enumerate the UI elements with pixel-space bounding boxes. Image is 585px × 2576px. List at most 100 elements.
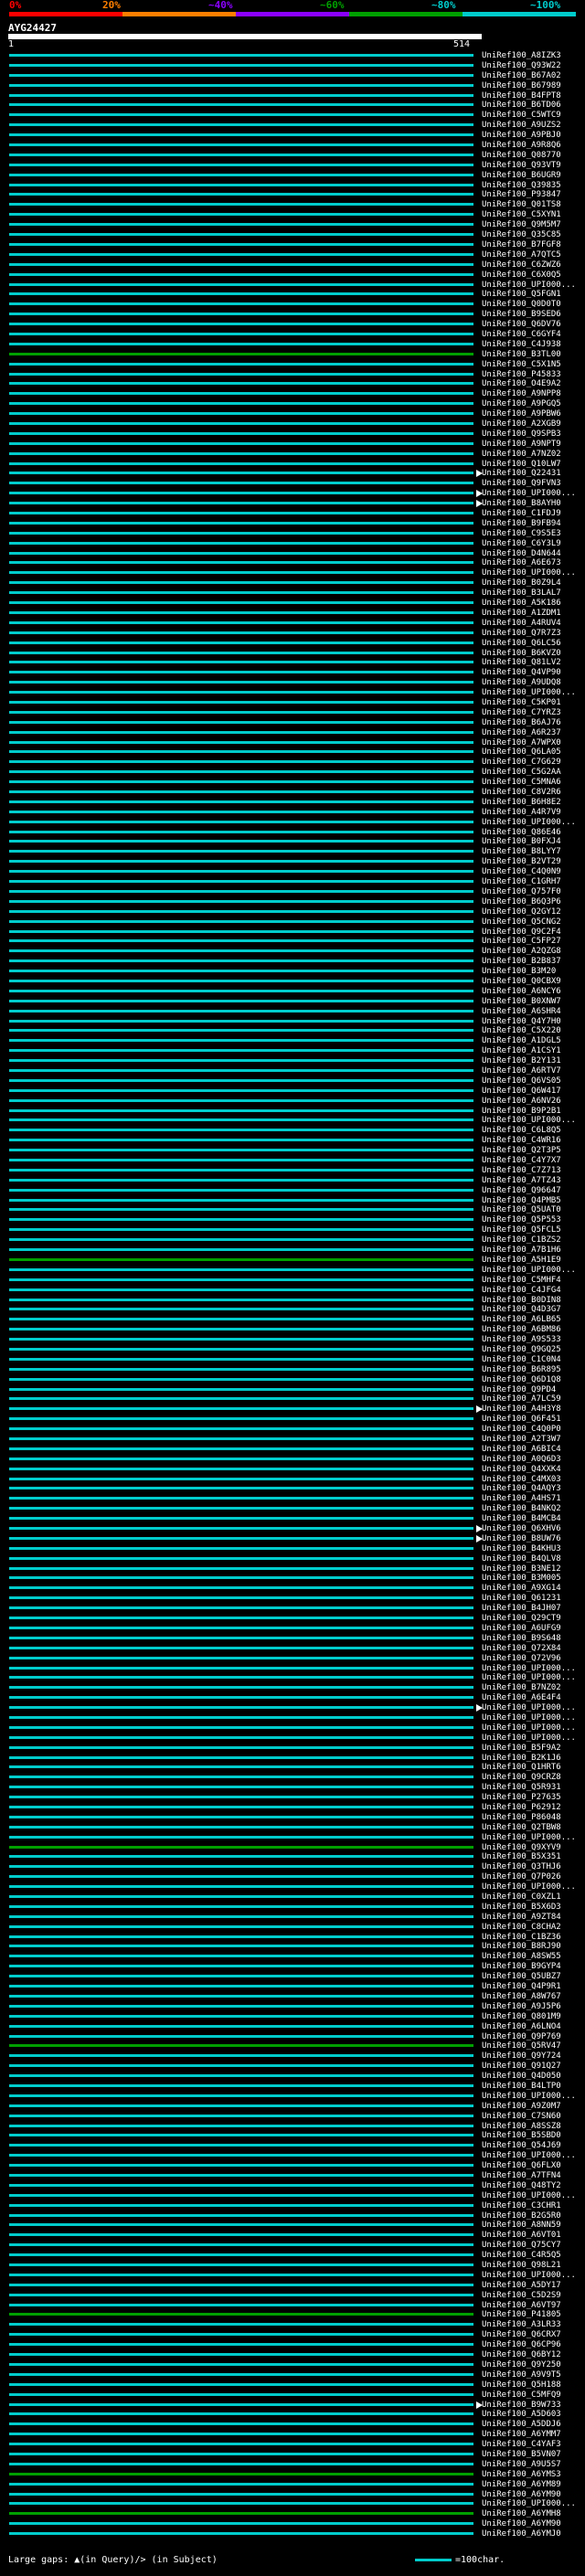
hit-label[interactable]: UniRef100_C6L8Q5 (482, 1126, 561, 1135)
hit-label[interactable]: UniRef100_B0DIN8 (482, 1296, 561, 1305)
hit-row[interactable]: UniRef100_Q86E46 (0, 828, 585, 837)
alignment-bar[interactable] (9, 760, 473, 764)
hit-row[interactable]: UniRef100_Q9CRZ8 (0, 1773, 585, 1782)
alignment-bar[interactable] (9, 512, 473, 515)
alignment-bar[interactable] (9, 830, 473, 833)
hit-row[interactable]: UniRef100_B2G5R0 (0, 2211, 585, 2221)
hit-row[interactable]: UniRef100_C5WTC9 (0, 111, 585, 120)
hit-label[interactable]: UniRef100_A4RUV4 (482, 619, 561, 628)
hit-row[interactable]: UniRef100_A8NN59 (0, 2221, 585, 2230)
hit-row[interactable]: UniRef100_B0Z9L4 (0, 578, 585, 588)
alignment-bar[interactable] (9, 571, 473, 575)
hit-row[interactable]: UniRef100_C4Q0N9 (0, 867, 585, 876)
alignment-bar[interactable] (9, 441, 473, 445)
hit-label[interactable]: UniRef100_C5FP27 (482, 937, 561, 946)
alignment-bar[interactable] (9, 2154, 473, 2157)
hit-label[interactable]: UniRef100_B3TL00 (482, 350, 561, 359)
hit-label[interactable]: UniRef100_C4R5Q5 (482, 2251, 561, 2260)
hit-row[interactable]: UniRef100_C6GYF4 (0, 330, 585, 339)
hit-row[interactable]: UniRef100_Q6F451 (0, 1415, 585, 1424)
hit-row[interactable]: UniRef100_A6YMM7 (0, 2430, 585, 2439)
alignment-bar[interactable] (9, 1168, 473, 1171)
alignment-bar[interactable] (9, 651, 473, 654)
hit-row[interactable]: UniRef100_A6R237 (0, 728, 585, 737)
hit-label[interactable]: UniRef100_Q9C2F4 (482, 928, 561, 937)
hit-label[interactable]: UniRef100_UPI000... (482, 489, 576, 498)
alignment-bar[interactable] (9, 1129, 473, 1132)
alignment-bar[interactable] (9, 1318, 473, 1321)
hit-label[interactable]: UniRef100_A7QTC5 (482, 250, 561, 260)
hit-row[interactable]: UniRef100_A5DY17 (0, 2281, 585, 2290)
hit-row[interactable]: UniRef100_B2VT29 (0, 857, 585, 866)
hit-label[interactable]: UniRef100_Q81LV2 (482, 658, 561, 667)
hit-label[interactable]: UniRef100_Q6LA05 (482, 747, 561, 757)
hit-row[interactable]: UniRef100_B3LAL7 (0, 588, 585, 598)
alignment-bar[interactable] (9, 2044, 473, 2048)
hit-row[interactable]: UniRef100_A6YMS3 (0, 2470, 585, 2479)
hit-label[interactable]: UniRef100_Q01TS8 (482, 200, 561, 209)
alignment-bar[interactable] (9, 2024, 473, 2028)
hit-row[interactable]: UniRef100_B6UGR9 (0, 171, 585, 180)
hit-row[interactable]: UniRef100_A9S533 (0, 1335, 585, 1344)
hit-row[interactable]: UniRef100_B8LYY7 (0, 847, 585, 856)
alignment-bar[interactable] (9, 2472, 473, 2475)
hit-row[interactable]: UniRef100_C5D2S9 (0, 2291, 585, 2300)
hit-label[interactable]: UniRef100_Q93W22 (482, 61, 561, 70)
alignment-bar[interactable] (9, 1277, 473, 1281)
alignment-bar[interactable] (9, 1696, 473, 1700)
alignment-bar[interactable] (9, 1536, 473, 1540)
hit-row[interactable]: UniRef100_C4J938 (0, 340, 585, 349)
hit-row[interactable]: UniRef100_P93847 (0, 190, 585, 199)
hit-label[interactable]: UniRef100_UPI000... (482, 818, 576, 827)
hit-row[interactable]: UniRef100_Q4XXK4 (0, 1465, 585, 1474)
hit-row[interactable]: UniRef100_A6LNO4 (0, 2022, 585, 2031)
alignment-bar[interactable] (9, 1865, 473, 1869)
alignment-bar[interactable] (9, 1725, 473, 1729)
hit-row[interactable]: UniRef100_A8IZK3 (0, 51, 585, 60)
hit-label[interactable]: UniRef100_C5WTC9 (482, 111, 561, 120)
hit-label[interactable]: UniRef100_A9PBJ0 (482, 131, 561, 140)
hit-label[interactable]: UniRef100_Q5R931 (482, 1783, 561, 1792)
hit-label[interactable]: UniRef100_UPI000... (482, 1116, 576, 1125)
hit-label[interactable]: UniRef100_B3M005 (482, 1574, 561, 1583)
hit-row[interactable]: UniRef100_Q5UAT0 (0, 1205, 585, 1214)
hit-label[interactable]: UniRef100_C5X220 (482, 1026, 561, 1035)
alignment-bar[interactable] (9, 2522, 473, 2526)
hit-row[interactable]: UniRef100_Q6VS05 (0, 1076, 585, 1086)
alignment-bar[interactable] (9, 591, 473, 595)
hit-row[interactable]: UniRef100_C1BZ36 (0, 1933, 585, 1942)
hit-row[interactable]: UniRef100_A7TFN4 (0, 2171, 585, 2180)
hit-row[interactable]: UniRef100_Q4D050 (0, 2072, 585, 2081)
hit-label[interactable]: UniRef100_Q6D1Q8 (482, 1375, 561, 1384)
hit-row[interactable]: UniRef100_C7YRZ3 (0, 708, 585, 717)
hit-row[interactable]: UniRef100_Q6FLX0 (0, 2161, 585, 2170)
hit-row[interactable]: UniRef100_A6YMH8 (0, 2509, 585, 2518)
alignment-bar[interactable] (9, 472, 473, 475)
hit-label[interactable]: UniRef100_A7NZ02 (482, 450, 561, 459)
hit-row[interactable]: UniRef100_Q9PD4 (0, 1385, 585, 1394)
hit-label[interactable]: UniRef100_UPI000... (482, 1833, 576, 1842)
hit-label[interactable]: UniRef100_A6VT01 (482, 2231, 561, 2240)
alignment-bar[interactable] (9, 1407, 473, 1411)
hit-row[interactable]: UniRef100_B5SBD0 (0, 2131, 585, 2140)
alignment-bar[interactable] (9, 541, 473, 545)
hit-row[interactable]: UniRef100_C4Q0P0 (0, 1425, 585, 1434)
hit-label[interactable]: UniRef100_C4JFG4 (482, 1286, 561, 1295)
hit-row[interactable]: UniRef100_P62912 (0, 1803, 585, 1812)
hit-row[interactable]: UniRef100_C4Y7X7 (0, 1156, 585, 1165)
alignment-bar[interactable] (9, 1118, 473, 1122)
hit-label[interactable]: UniRef100_Q9GQ25 (482, 1345, 561, 1354)
hit-row[interactable]: UniRef100_A6VT01 (0, 2231, 585, 2240)
hit-label[interactable]: UniRef100_A4H3Y8 (482, 1405, 561, 1414)
hit-row[interactable]: UniRef100_Q9Y250 (0, 2360, 585, 2369)
hit-row[interactable]: UniRef100_Q98L21 (0, 2261, 585, 2270)
hit-label[interactable]: UniRef100_A9UZS2 (482, 121, 561, 130)
hit-label[interactable]: UniRef100_B0FXJ4 (482, 837, 561, 846)
hit-row[interactable]: UniRef100_A9V9T5 (0, 2370, 585, 2380)
alignment-bar[interactable] (9, 1238, 473, 1242)
hit-label[interactable]: UniRef100_B5F9A2 (482, 1744, 561, 1753)
hit-row[interactable]: UniRef100_A1DGL5 (0, 1036, 585, 1045)
alignment-bar[interactable] (9, 1975, 473, 1978)
alignment-bar[interactable] (9, 1367, 473, 1371)
hit-label[interactable]: UniRef100_A6YM89 (482, 2480, 561, 2489)
